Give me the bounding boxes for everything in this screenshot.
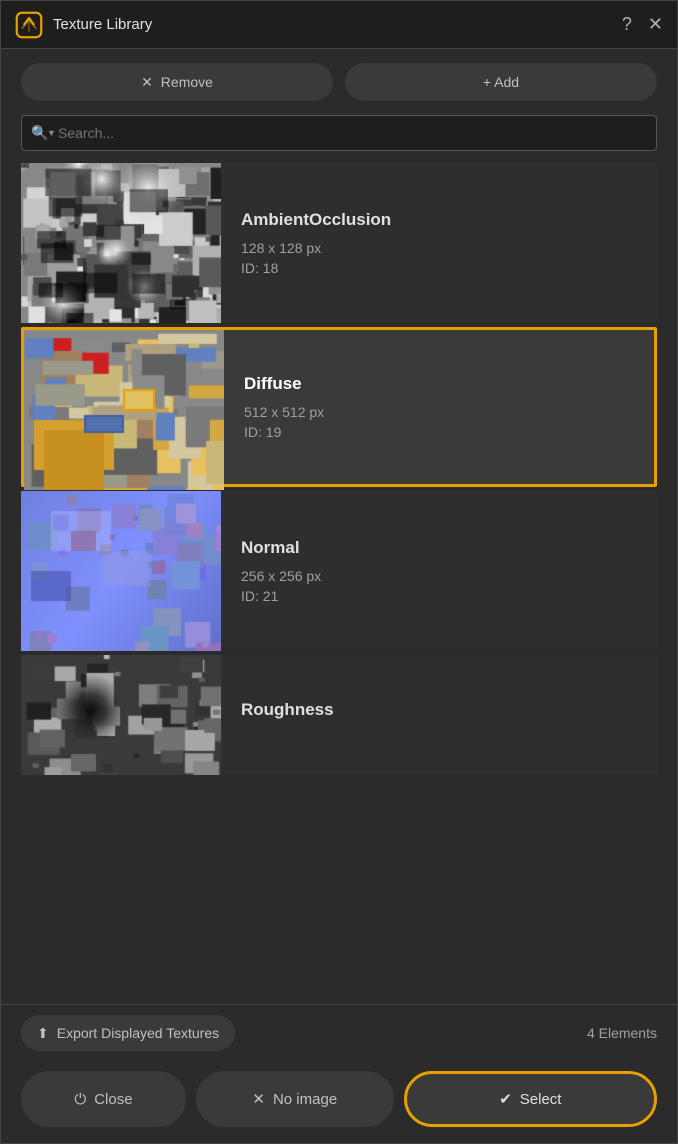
search-bar: 🔍 ▼ bbox=[21, 115, 657, 151]
texture-size: 256 x 256 px bbox=[241, 568, 321, 584]
no-image-button[interactable]: ✕ No image bbox=[196, 1071, 394, 1127]
texture-id: ID: 21 bbox=[241, 588, 321, 604]
search-input[interactable] bbox=[21, 115, 657, 151]
noimage-icon: ✕ bbox=[252, 1090, 265, 1108]
texture-library-window: Texture Library ? ✕ ✕ Remove + Add 🔍 ▼ A… bbox=[0, 0, 678, 1144]
select-button[interactable]: ✔ Select bbox=[404, 1071, 657, 1127]
bottom-bar-buttons: ⏻ Close ✕ No image ✔ Select bbox=[1, 1061, 677, 1143]
close-button[interactable]: ⏻ Close bbox=[21, 1071, 186, 1127]
bottom-bar: ⬆ Export Displayed Textures 4 Elements ⏻… bbox=[1, 1004, 677, 1143]
titlebar: Texture Library ? ✕ bbox=[1, 1, 677, 49]
texture-id: ID: 19 bbox=[244, 424, 324, 440]
select-label: Select bbox=[520, 1091, 562, 1108]
texture-thumbnail-ao bbox=[21, 163, 221, 323]
texture-size: 512 x 512 px bbox=[244, 404, 324, 420]
app-logo-icon bbox=[15, 11, 43, 39]
close-icon: ⏻ bbox=[74, 1091, 86, 1108]
help-button[interactable]: ? bbox=[622, 14, 632, 35]
add-label: + Add bbox=[483, 74, 519, 90]
select-icon: ✔ bbox=[499, 1090, 512, 1108]
export-button[interactable]: ⬆ Export Displayed Textures bbox=[21, 1015, 235, 1051]
export-label: Export Displayed Textures bbox=[57, 1025, 219, 1041]
elements-count: 4 Elements bbox=[587, 1025, 657, 1041]
search-icon: 🔍 bbox=[31, 125, 48, 142]
texture-name: Normal bbox=[241, 538, 321, 558]
add-button[interactable]: + Add bbox=[345, 63, 657, 101]
noimage-label: No image bbox=[273, 1091, 337, 1108]
search-dropdown-icon: ▼ bbox=[47, 128, 56, 138]
export-icon: ⬆ bbox=[37, 1025, 49, 1042]
list-item[interactable]: Diffuse 512 x 512 px ID: 19 bbox=[21, 327, 657, 487]
list-item[interactable]: Normal 256 x 256 px ID: 21 bbox=[21, 491, 657, 651]
texture-id: ID: 18 bbox=[241, 260, 391, 276]
toolbar: ✕ Remove + Add bbox=[1, 49, 677, 115]
texture-thumbnail-diffuse bbox=[24, 330, 224, 490]
window-title: Texture Library bbox=[53, 16, 622, 33]
texture-thumbnail-roughness bbox=[21, 655, 221, 775]
texture-name: AmbientOcclusion bbox=[241, 210, 391, 230]
bottom-bar-top: ⬆ Export Displayed Textures 4 Elements bbox=[1, 1005, 677, 1061]
texture-name: Roughness bbox=[241, 700, 334, 720]
texture-thumbnail-normal bbox=[21, 491, 221, 651]
close-label: Close bbox=[94, 1091, 132, 1108]
texture-name: Diffuse bbox=[244, 374, 324, 394]
list-item[interactable]: AmbientOcclusion 128 x 128 px ID: 18 bbox=[21, 163, 657, 323]
texture-list: AmbientOcclusion 128 x 128 px ID: 18 Dif… bbox=[1, 163, 677, 1004]
remove-button[interactable]: ✕ Remove bbox=[21, 63, 333, 101]
texture-size: 128 x 128 px bbox=[241, 240, 391, 256]
close-window-button[interactable]: ✕ bbox=[648, 14, 663, 35]
list-item[interactable]: Roughness bbox=[21, 655, 657, 775]
remove-label: Remove bbox=[161, 74, 213, 90]
remove-icon: ✕ bbox=[141, 74, 153, 91]
